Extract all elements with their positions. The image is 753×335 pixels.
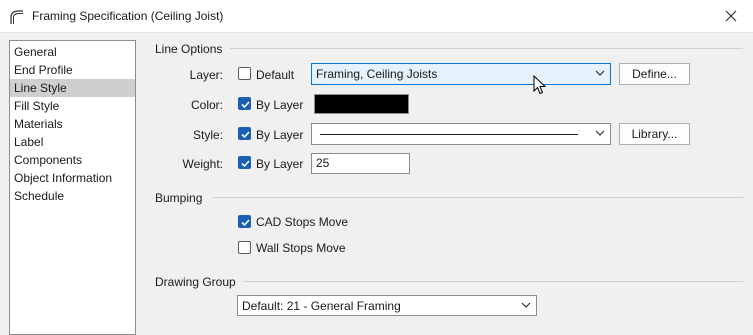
weight-label: Weight: [182,157,223,171]
checkmark-icon [241,101,250,109]
drawing-group-value: Default: 21 - General Framing [242,299,401,313]
mouse-pointer-icon [533,75,546,95]
nav-item-fill-style[interactable]: Fill Style [10,97,135,115]
color-by-layer-label: By Layer [256,98,304,112]
layer-value: Framing, Ceiling Joists [316,67,438,81]
nav-item-components[interactable]: Components [10,151,135,169]
line-options-divider [230,48,743,49]
layer-default-checkbox[interactable] [238,67,251,80]
chevron-down-icon [595,130,605,136]
nav-item-label[interactable]: Label [10,133,135,151]
bumping-divider [213,197,743,198]
layer-dropdown[interactable]: Framing, Ceiling Joists [311,63,611,85]
library-button[interactable]: Library... [619,123,690,145]
nav-item-schedule[interactable]: Schedule [10,187,135,205]
checkmark-icon [241,160,250,168]
chevron-down-icon [595,70,605,76]
solid-line-sample [320,134,578,135]
wall-stops-move-checkbox[interactable] [238,241,251,254]
layer-label: Layer: [189,68,223,82]
drawing-group-divider [243,281,743,282]
nav-item-materials[interactable]: Materials [10,115,135,133]
close-button[interactable] [709,0,753,33]
nav-item-general[interactable]: General [10,43,135,61]
window-title: Framing Specification (Ceiling Joist) [32,9,224,23]
style-by-layer-label: By Layer [256,128,304,142]
line-style-dropdown[interactable] [311,123,611,145]
layer-default-label: Default [256,68,295,82]
color-swatch[interactable] [314,94,409,114]
chevron-down-icon [521,302,531,308]
bumping-heading: Bumping [155,191,203,205]
cad-stops-move-label: CAD Stops Move [256,215,349,229]
color-by-layer-checkbox[interactable] [238,97,251,110]
weight-by-layer-checkbox[interactable] [238,156,251,169]
weight-by-layer-label: By Layer [256,157,304,171]
close-icon [725,10,737,22]
app-arch-icon [9,9,25,25]
checkmark-icon [241,131,250,139]
title-bar: Framing Specification (Ceiling Joist) [0,0,753,33]
nav-item-end-profile[interactable]: End Profile [10,61,135,79]
weight-input[interactable]: 25 [311,153,410,174]
cad-stops-move-checkbox[interactable] [238,215,251,228]
checkmark-icon [241,219,250,227]
category-list[interactable]: General End Profile Line Style Fill Styl… [9,40,136,335]
style-label: Style: [192,128,223,142]
drawing-group-dropdown[interactable]: Default: 21 - General Framing [237,295,537,316]
nav-item-line-style[interactable]: Line Style [10,79,135,97]
wall-stops-move-label: Wall Stops Move [256,241,346,255]
nav-item-object-information[interactable]: Object Information [10,169,135,187]
line-options-heading: Line Options [155,42,223,56]
define-button[interactable]: Define... [619,63,690,85]
color-label: Color: [190,98,223,112]
drawing-group-heading: Drawing Group [155,275,236,289]
style-by-layer-checkbox[interactable] [238,127,251,140]
